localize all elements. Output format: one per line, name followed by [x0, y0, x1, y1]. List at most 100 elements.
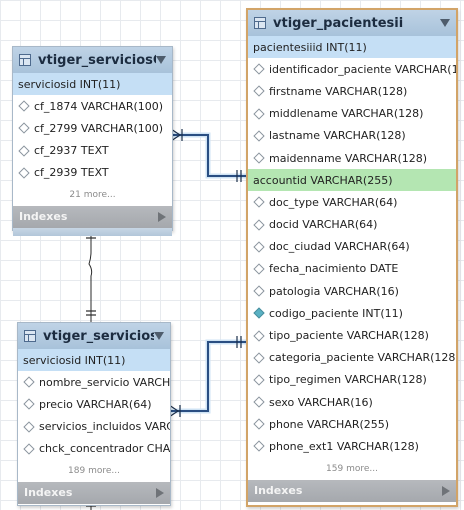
table-field[interactable]: firstname VARCHAR(128) [248, 80, 456, 102]
expand-arrow-icon[interactable] [442, 485, 450, 496]
column-diamond-icon [253, 85, 265, 98]
table-field[interactable]: docid VARCHAR(64) [248, 214, 456, 236]
table-field[interactable]: cf_2939 TEXT [13, 162, 172, 184]
column-diamond-icon [253, 352, 265, 364]
table-field[interactable]: doc_type VARCHAR(64) [248, 191, 456, 213]
column-diamond-icon [18, 144, 30, 157]
indexes-label: Indexes [254, 484, 303, 498]
field-label: phone VARCHAR(255) [269, 417, 390, 431]
field-label: docid VARCHAR(64) [269, 218, 378, 232]
field-label: pacientesiiid INT(11) [253, 40, 367, 54]
field-label: precio VARCHAR(64) [39, 397, 152, 411]
field-label: serviciosid INT(11) [23, 353, 126, 367]
table-field[interactable]: doc_ciudad VARCHAR(64) [248, 236, 456, 258]
column-diamond-icon [253, 196, 265, 209]
field-label: patologia VARCHAR(16) [269, 284, 399, 298]
indexes-section[interactable]: Indexes [13, 205, 172, 228]
table-field[interactable]: middlename VARCHAR(128) [248, 103, 456, 125]
table-field[interactable]: lastname VARCHAR(128) [248, 125, 456, 147]
field-label: chck_concentrador CHAR(3) [39, 442, 170, 456]
table-vtiger-pacientesii[interactable]: vtiger_pacientesii pacientesiiid INT(11)… [246, 8, 458, 507]
table-field[interactable]: cf_2799 VARCHAR(100) [13, 117, 172, 139]
column-diamond-icon [18, 167, 30, 179]
table-header[interactable]: vtiger_serviciosCF [13, 47, 172, 73]
table-field[interactable]: precio VARCHAR(64) [18, 393, 170, 415]
field-label: phone_ext1 VARCHAR(128) [269, 439, 419, 453]
more-fields-link[interactable]: 189 more... [18, 460, 170, 482]
field-label: serviciosid INT(11) [18, 77, 121, 91]
more-fields-link[interactable]: 159 more... [248, 458, 456, 480]
field-label: cf_2937 TEXT [34, 144, 109, 158]
table-field[interactable]: cf_1874 VARCHAR(100) [13, 95, 172, 117]
column-diamond-icon [253, 329, 265, 342]
table-field[interactable]: nombre_servicio VARCHAR(100) [18, 371, 170, 393]
table-field[interactable]: codigo_paciente INT(11) [248, 302, 456, 324]
field-label: cf_1874 VARCHAR(100) [34, 99, 164, 113]
table-field[interactable]: identificador_paciente VARCHAR(128) [248, 58, 456, 80]
table-field-highlighted[interactable]: accountid VARCHAR(255) [248, 169, 456, 192]
column-diamond-icon [253, 440, 265, 453]
table-bottom-strip [13, 227, 172, 236]
table-header[interactable]: vtiger_servicios [18, 323, 170, 349]
field-label: maidenname VARCHAR(128) [269, 151, 428, 165]
table-field[interactable]: sexo VARCHAR(16) [248, 391, 456, 413]
column-diamond-icon [18, 100, 30, 112]
table-field-pk[interactable]: serviciosid INT(11) [13, 73, 172, 96]
relationship-serviciosCF-servicios[interactable] [86, 229, 96, 322]
table-vtiger-servicios[interactable]: vtiger_servicios serviciosid INT(11) nom… [17, 322, 171, 506]
field-label: middlename VARCHAR(128) [269, 107, 424, 121]
collapse-arrow-icon[interactable] [154, 332, 164, 340]
column-diamond-icon [253, 396, 265, 408]
indexes-section[interactable]: Indexes [18, 481, 170, 504]
column-diamond-icon [253, 152, 265, 164]
table-title: vtiger_pacientesii [273, 15, 404, 31]
table-header[interactable]: vtiger_pacientesii [248, 10, 456, 36]
table-field[interactable]: tipo_paciente VARCHAR(128) [248, 324, 456, 346]
column-diamond-icon [253, 263, 265, 275]
table-field-pk[interactable]: serviciosid INT(11) [18, 349, 170, 372]
more-fields-link[interactable]: 21 more... [13, 184, 172, 206]
table-field[interactable]: phone VARCHAR(255) [248, 413, 456, 435]
table-field[interactable]: fecha_nacimiento DATE [248, 258, 456, 280]
table-field[interactable]: cf_2937 TEXT [13, 140, 172, 162]
column-diamond-icon [23, 398, 35, 411]
relationship-servicios-pacientes[interactable] [168, 336, 248, 418]
table-field[interactable]: servicios_incluidos VARCHAR(255) [18, 416, 170, 438]
table-title: vtiger_servicios [43, 328, 154, 344]
field-label: sexo VARCHAR(16) [269, 395, 373, 409]
field-label: nombre_servicio VARCHAR(100) [39, 375, 170, 389]
table-field[interactable]: maidenname VARCHAR(128) [248, 147, 456, 169]
column-diamond-icon [18, 122, 30, 135]
table-field[interactable]: chck_concentrador CHAR(3) [18, 438, 170, 460]
table-field[interactable]: tipo_regimen VARCHAR(128) [248, 369, 456, 391]
field-label: codigo_paciente INT(11) [269, 306, 403, 320]
table-field-pk[interactable]: pacientesiiid INT(11) [248, 36, 456, 59]
field-label: tipo_paciente VARCHAR(128) [269, 329, 429, 343]
field-label: lastname VARCHAR(128) [269, 129, 406, 143]
table-field[interactable]: categoria_paciente VARCHAR(128) [248, 347, 456, 369]
table-vtiger-servicioscf[interactable]: vtiger_serviciosCF serviciosid INT(11) c… [12, 46, 173, 236]
field-label: firstname VARCHAR(128) [269, 84, 408, 98]
table-title: vtiger_serviciosCF [38, 52, 156, 68]
collapse-arrow-icon[interactable] [440, 19, 450, 27]
indexes-label: Indexes [19, 210, 68, 224]
field-label: tipo_regimen VARCHAR(128) [269, 373, 427, 387]
field-label: cf_2799 VARCHAR(100) [34, 121, 164, 135]
table-icon [254, 17, 266, 29]
indexes-section[interactable]: Indexes [248, 479, 456, 502]
column-diamond-icon [253, 418, 265, 430]
column-diamond-icon [253, 241, 265, 253]
relationship-serviciosCF-pacientes[interactable] [170, 128, 248, 182]
column-diamond-icon [253, 374, 265, 386]
collapse-arrow-icon[interactable] [156, 56, 166, 64]
field-label: servicios_incluidos VARCHAR(255) [39, 420, 170, 434]
column-diamond-icon [253, 130, 265, 142]
expand-arrow-icon[interactable] [158, 211, 166, 222]
table-icon [19, 54, 31, 66]
field-label: fecha_nacimiento DATE [269, 262, 399, 276]
field-label: accountid VARCHAR(255) [253, 173, 393, 187]
indexes-label: Indexes [24, 486, 73, 500]
table-field[interactable]: patologia VARCHAR(16) [248, 280, 456, 302]
table-field[interactable]: phone_ext1 VARCHAR(128) [248, 435, 456, 457]
expand-arrow-icon[interactable] [156, 487, 164, 498]
